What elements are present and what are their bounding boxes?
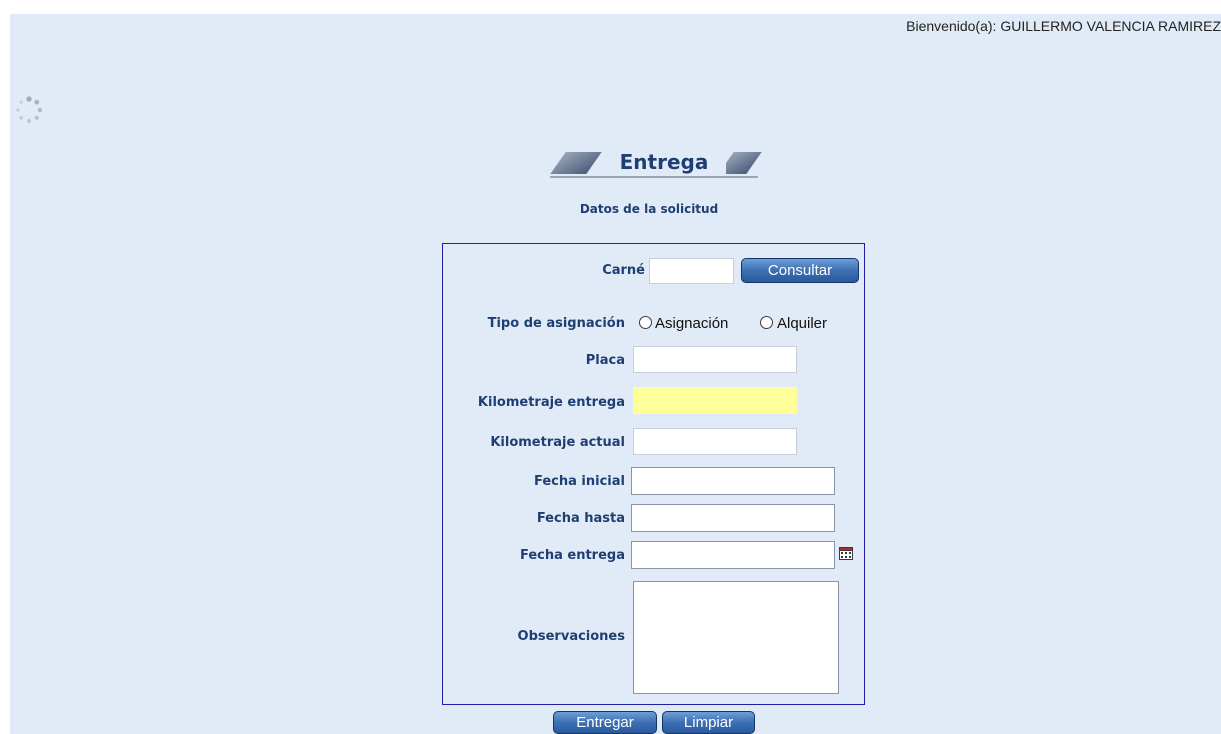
radio-asignacion-label: Asignación xyxy=(655,315,729,332)
placa-label: Placa xyxy=(585,353,625,368)
radio-asignacion[interactable] xyxy=(639,316,652,329)
km-actual-input[interactable] xyxy=(633,428,797,455)
calendar-icon[interactable] xyxy=(839,547,853,560)
page-title: Entrega xyxy=(602,149,726,175)
km-actual-label: Kilometraje actual xyxy=(490,435,625,450)
limpiar-button[interactable]: Limpiar xyxy=(662,711,755,734)
loading-spinner-icon xyxy=(16,96,43,123)
km-entrega-label: Kilometraje entrega xyxy=(477,395,625,410)
fecha-hasta-input[interactable] xyxy=(631,504,835,532)
welcome-text: Bienvenido(a): GUILLERMO VALENCIA RAMIRE… xyxy=(906,18,1221,34)
fecha-inicial-label: Fecha inicial xyxy=(534,474,625,489)
km-entrega-input[interactable] xyxy=(633,387,797,414)
page-subtitle: Datos de la solicitud xyxy=(579,202,719,216)
fecha-hasta-label: Fecha hasta xyxy=(536,511,625,526)
fecha-entrega-label: Fecha entrega xyxy=(519,548,625,563)
placa-input[interactable] xyxy=(633,346,797,373)
carne-label: Carné xyxy=(602,263,645,278)
page-title-banner: Entrega xyxy=(548,148,762,178)
title-stripe-left xyxy=(550,152,602,174)
title-underline xyxy=(550,176,758,178)
top-strip xyxy=(0,0,1221,14)
consultar-button[interactable]: Consultar xyxy=(741,258,859,283)
tipo-asignacion-label: Tipo de asignación xyxy=(487,316,625,331)
fecha-entrega-input[interactable] xyxy=(631,541,835,569)
carne-input[interactable] xyxy=(649,258,734,284)
entregar-button[interactable]: Entregar xyxy=(553,711,657,734)
radio-alquiler[interactable] xyxy=(760,316,773,329)
observaciones-label: Observaciones xyxy=(517,629,625,644)
observaciones-textarea[interactable] xyxy=(633,581,839,694)
fecha-inicial-input[interactable] xyxy=(631,467,835,495)
radio-alquiler-label: Alquiler xyxy=(777,315,828,332)
